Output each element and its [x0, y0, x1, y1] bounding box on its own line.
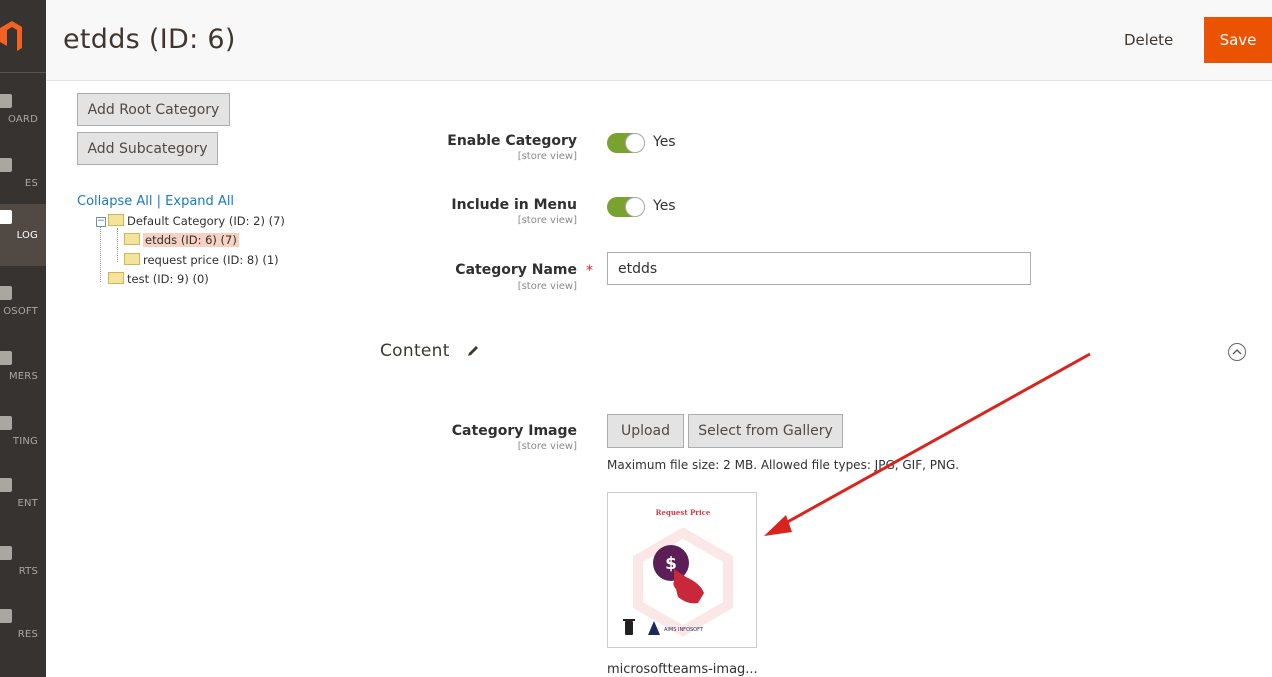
microsoft-icon	[0, 286, 12, 300]
category-image-label: Category Image	[451, 423, 577, 439]
pencil-icon[interactable]	[465, 343, 481, 359]
reports-icon	[0, 546, 12, 560]
tree-connector	[100, 226, 101, 282]
category-image-preview[interactable]: Request Price $ AIMS INFOSOFT	[607, 492, 757, 648]
add-subcategory-button[interactable]: Add Subcategory	[77, 132, 218, 165]
include-in-menu-scope: [store view]	[517, 215, 577, 226]
sidebar-item-label: RTS	[18, 566, 38, 577]
sidebar-item-label: TING	[12, 436, 38, 447]
tree-node-label: etdds (ID: 6) (7)	[143, 233, 239, 247]
tree-node-label: request price (ID: 8) (1)	[143, 253, 279, 267]
add-root-category-button[interactable]: Add Root Category	[77, 93, 230, 126]
folder-icon	[108, 272, 124, 284]
category-name-input[interactable]	[607, 252, 1031, 285]
sidebar-divider	[0, 72, 46, 73]
include-in-menu-label: Include in Menu	[451, 197, 577, 213]
tree-node-test[interactable]: test (ID: 9) (0)	[108, 272, 209, 286]
collapse-all-link[interactable]: Collapse All	[77, 194, 153, 209]
content-icon	[0, 478, 12, 492]
tree-connector	[117, 228, 118, 262]
file-size-hint: Maximum file size: 2 MB. Allowed file ty…	[607, 458, 960, 472]
sidebar-item-microsoft[interactable]: OSOFT	[0, 280, 46, 342]
collapse-section-icon[interactable]	[1228, 343, 1246, 361]
page-header: etdds (ID: 6) Delete Save	[46, 0, 1272, 81]
sidebar-item-label: RES	[17, 629, 38, 640]
sales-icon	[0, 158, 12, 172]
toggle-knob	[625, 133, 645, 153]
sidebar-item-stores[interactable]: RES	[0, 603, 46, 665]
enable-category-toggle[interactable]	[607, 133, 645, 153]
brand-text: AIMS INFOSOFT	[664, 627, 704, 633]
include-in-menu-value: Yes	[653, 198, 676, 214]
sidebar-item-label: MERS	[8, 371, 38, 382]
enable-category-value: Yes	[653, 134, 676, 150]
sidebar-item-label: OSOFT	[3, 306, 38, 317]
include-in-menu-toggle[interactable]	[607, 197, 645, 217]
category-name-scope: [store view]	[517, 281, 577, 292]
folder-icon	[108, 214, 124, 226]
catalog-icon	[0, 210, 12, 224]
category-image-scope: [store view]	[517, 441, 577, 452]
stores-icon	[0, 609, 12, 623]
preview-title-text: Request Price	[656, 508, 711, 517]
folder-icon	[124, 253, 140, 265]
toggle-knob	[625, 197, 645, 217]
sidebar-item-customers[interactable]: MERS	[0, 345, 46, 407]
delete-button[interactable]: Delete	[1124, 31, 1173, 49]
category-name-label: Category Name	[455, 262, 577, 278]
select-from-gallery-button[interactable]: Select from Gallery	[688, 414, 843, 448]
image-filename: microsoftteams-imag...	[607, 662, 758, 677]
sidebar-item-dashboard[interactable]: OARD	[0, 88, 46, 150]
magento-logo-icon[interactable]	[0, 18, 22, 54]
expand-all-link[interactable]: Expand All	[165, 194, 234, 209]
page-title: etdds (ID: 6)	[63, 24, 236, 55]
sidebar-item-label: ES	[24, 178, 38, 189]
tree-node-label: Default Category (ID: 2) (7)	[127, 214, 285, 228]
admin-sidebar: OARD ES LOG OSOFT MERS TING ENT RTS RES	[0, 0, 46, 677]
tree-controls: Collapse All | Expand All	[77, 194, 234, 209]
upload-button[interactable]: Upload	[607, 414, 684, 448]
sidebar-item-label: OARD	[8, 114, 38, 125]
sidebar-item-reports[interactable]: RTS	[0, 540, 46, 602]
enable-category-label: Enable Category	[447, 133, 577, 149]
tree-node-request-price[interactable]: request price (ID: 8) (1)	[124, 253, 279, 267]
enable-category-scope: [store view]	[517, 151, 577, 162]
tree-node-label: test (ID: 9) (0)	[127, 272, 209, 286]
sidebar-item-marketing[interactable]: TING	[0, 410, 46, 472]
tree-links-separator: |	[156, 194, 162, 209]
sidebar-item-catalog[interactable]: LOG	[0, 204, 46, 266]
content-section-title[interactable]: Content	[380, 341, 450, 361]
sidebar-item-content[interactable]: ENT	[0, 472, 46, 534]
required-asterisk: *	[586, 263, 593, 279]
sidebar-item-label: ENT	[17, 498, 38, 509]
marketing-icon	[0, 416, 12, 430]
category-image-thumbnail: Request Price $ AIMS INFOSOFT	[623, 508, 733, 637]
tree-node-default-category[interactable]: Default Category (ID: 2) (7)	[108, 214, 285, 228]
tree-node-etdds[interactable]: etdds (ID: 6) (7)	[124, 233, 239, 247]
sidebar-item-label: LOG	[16, 230, 38, 241]
dashboard-icon	[0, 94, 12, 108]
folder-icon	[124, 233, 140, 245]
save-button[interactable]: Save	[1204, 17, 1272, 63]
customers-icon	[0, 351, 12, 365]
chevron-up-icon	[1232, 349, 1242, 355]
collapse-node-icon[interactable]: −	[96, 217, 106, 227]
